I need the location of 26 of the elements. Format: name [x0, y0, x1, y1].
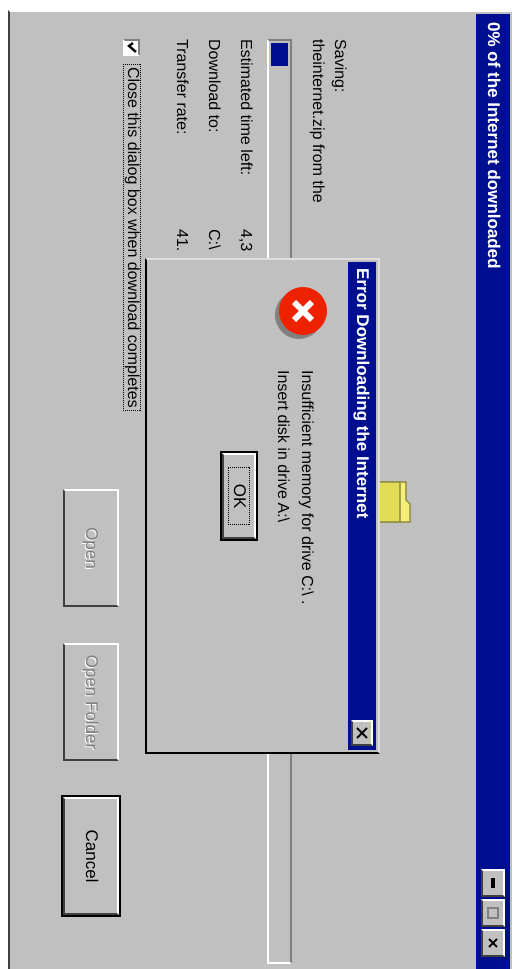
close-button[interactable]: [351, 720, 373, 746]
file-name: theinternet.zip from the: [308, 39, 327, 203]
close-button[interactable]: [481, 929, 505, 957]
detail-label: Transfer rate:: [172, 39, 191, 136]
minimize-icon: [491, 878, 495, 888]
detail-label: Download to:: [204, 39, 223, 134]
error-message: Insert disk in drive A:\: [273, 370, 292, 524]
checkbox[interactable]: [124, 39, 140, 56]
detail-label: Estimated time left:: [236, 39, 255, 178]
dialog-button[interactable]: Cancel: [63, 797, 119, 915]
detail-value: C:\: [204, 229, 223, 250]
close-icon: [488, 938, 498, 948]
saving-label: Saving:: [330, 39, 349, 92]
detail-value: 41.: [172, 229, 191, 252]
error-title: Error Downloading the Internet: [352, 268, 373, 518]
maximize-icon: [487, 907, 499, 919]
minimize-button[interactable]: [481, 869, 505, 897]
checkbox-label[interactable]: Close this dialog box when download completes: [123, 64, 141, 411]
ok-button[interactable]: OK: [222, 453, 256, 539]
maximize-button[interactable]: [481, 899, 505, 927]
checkmark-icon: [127, 42, 137, 53]
error-message: Insufficient memory for drive C:\ .: [297, 370, 316, 604]
window-title: 0% of the Internet downloaded: [482, 22, 504, 269]
close-icon: [356, 727, 368, 739]
detail-value: 4,3: [236, 229, 255, 252]
error-icon: [274, 286, 328, 340]
